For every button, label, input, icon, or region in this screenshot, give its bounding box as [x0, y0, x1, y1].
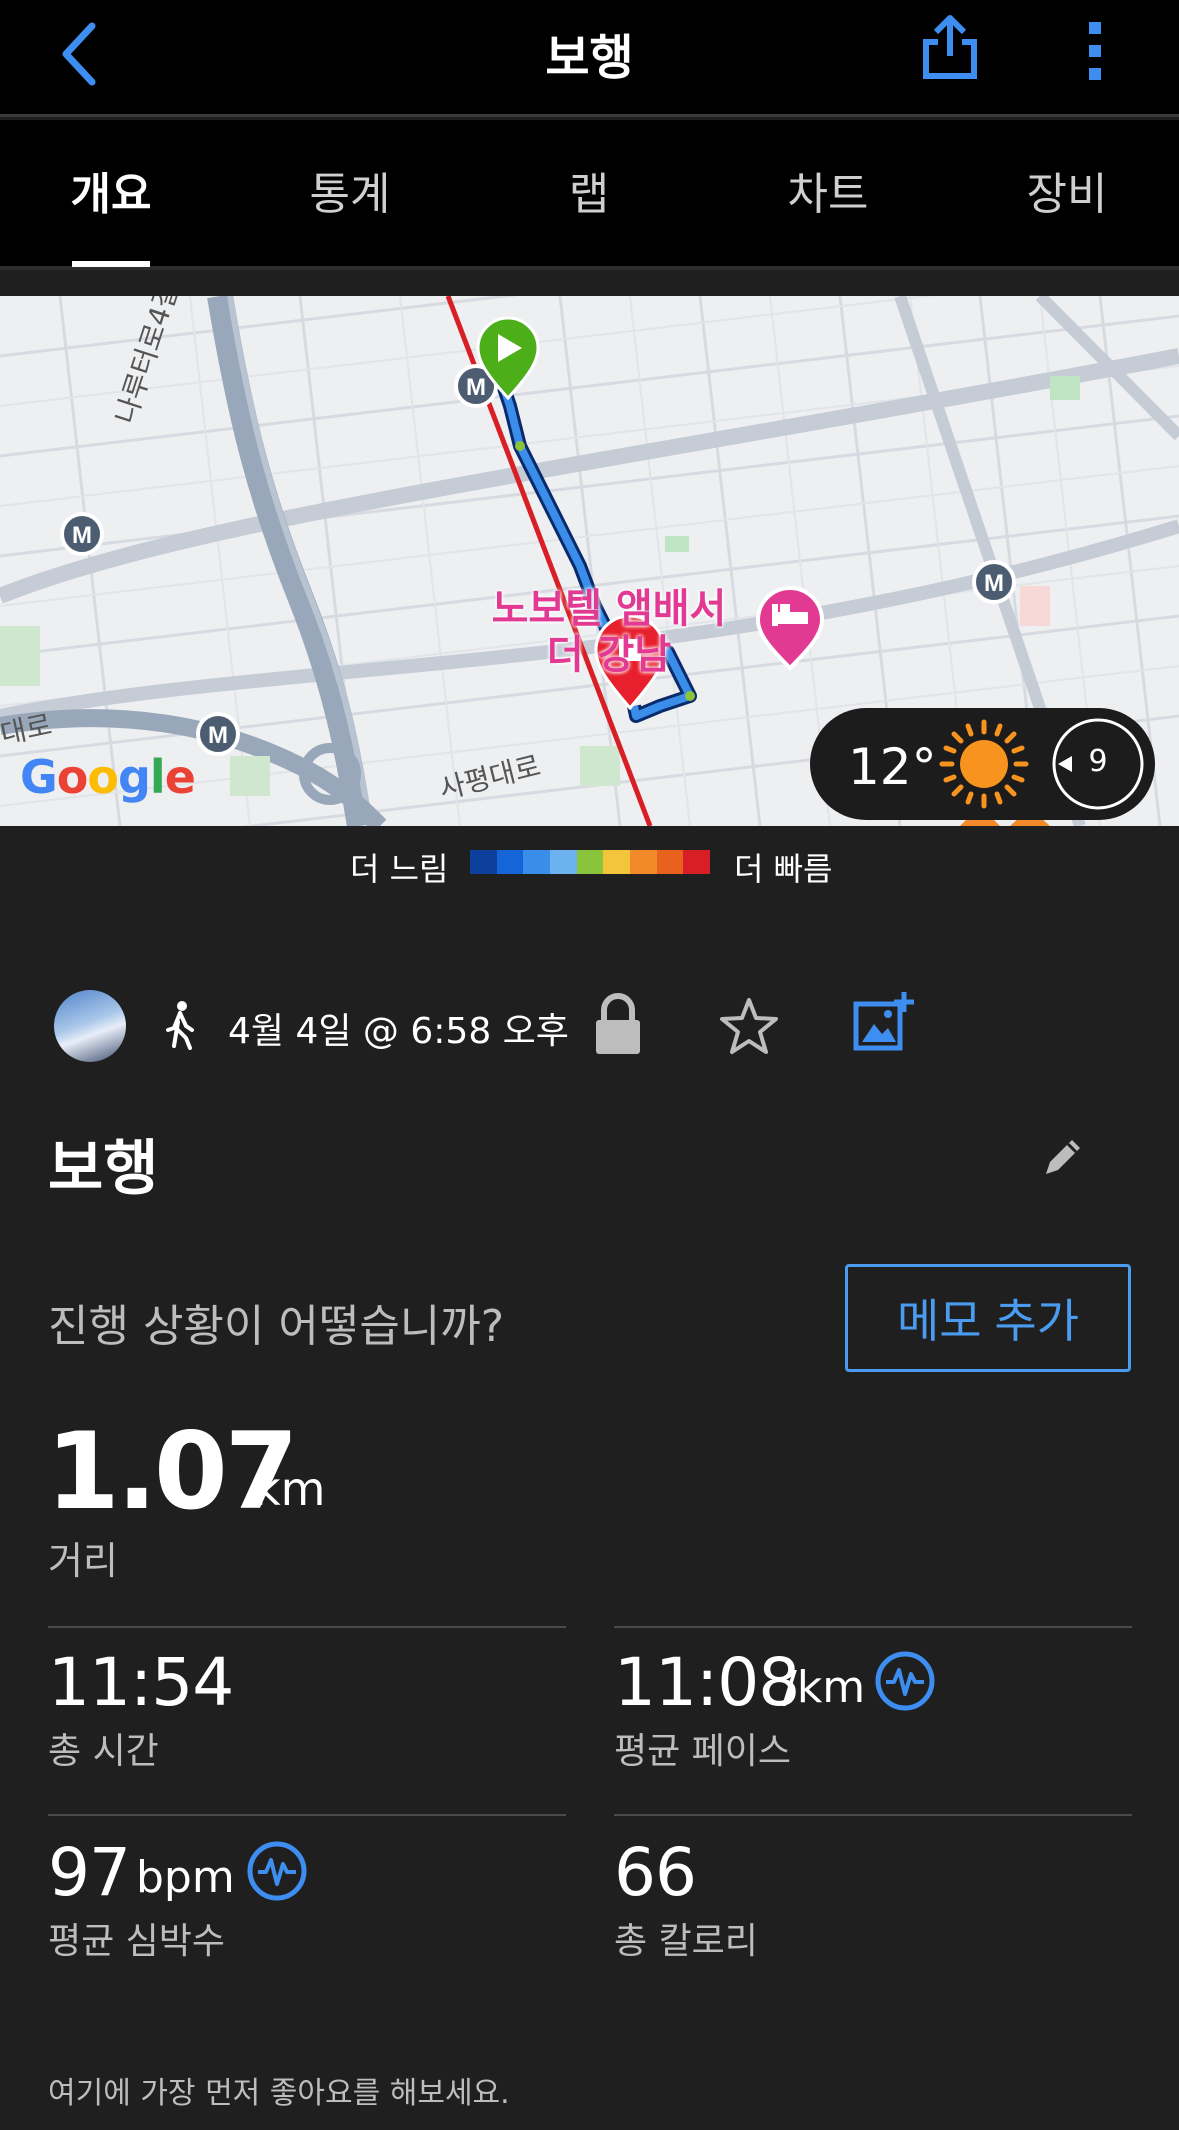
avg-hr-value: 97 — [48, 1834, 131, 1911]
activity-title: 보행 — [48, 1134, 159, 1204]
heart-rate-icon[interactable] — [874, 1650, 936, 1712]
legend-swatch — [683, 850, 711, 874]
lock-icon[interactable] — [592, 992, 644, 1056]
legend-color-bar — [470, 850, 711, 874]
legend-swatch — [576, 850, 604, 874]
total-time-label: 총 시간 — [48, 1731, 159, 1772]
share-icon — [923, 15, 977, 79]
metro-station-icon: M — [196, 712, 240, 756]
more-options-button[interactable] — [1080, 18, 1110, 84]
distance-unit: km — [254, 1462, 326, 1516]
divider — [48, 1626, 566, 1628]
svg-text:M: M — [208, 722, 228, 749]
avatar[interactable] — [54, 990, 126, 1062]
route-map[interactable]: M M M M 나루터로4길 사평대로 대로 노보텔 앰배서더 강남 Googl… — [0, 296, 1179, 826]
legend-swatch — [550, 850, 577, 874]
add-memo-button[interactable]: 메모 추가 — [845, 1264, 1131, 1372]
divider — [614, 1626, 1132, 1628]
avg-pace-label: 평균 페이스 — [614, 1731, 792, 1772]
share-button[interactable] — [918, 14, 982, 82]
pace-legend: 더 느림 더 빠름 — [0, 826, 1179, 896]
total-time-value: 11:54 — [48, 1644, 234, 1721]
legend-swatch — [656, 850, 684, 874]
calories-label: 총 칼로리 — [614, 1921, 758, 1962]
avg-hr-unit: bpm — [136, 1852, 235, 1903]
legend-swatch — [496, 850, 524, 874]
avg-pace-unit: /km — [782, 1662, 866, 1713]
tab-stats[interactable]: 통계 — [270, 158, 430, 222]
svg-text:M: M — [984, 570, 1004, 597]
weather-badge: 12° 9 — [810, 708, 1155, 820]
avg-hr-label: 평균 심박수 — [48, 1921, 226, 1962]
like-prompt: 여기에 가장 먼저 좋아요를 해보세요. — [48, 2076, 510, 2111]
tab-gear[interactable]: 장비 — [987, 158, 1147, 222]
tab-laps[interactable]: 랩 — [509, 158, 669, 222]
feeling-prompt: 진행 상황이 어떻습니까? — [48, 1301, 505, 1352]
add-photo-icon[interactable] — [852, 990, 916, 1054]
star-icon[interactable] — [718, 996, 780, 1056]
legend-swatch — [470, 850, 497, 874]
page-title: 보행 — [545, 30, 634, 86]
tab-bar: 개요 통계 랩 차트 장비 — [0, 120, 1179, 270]
metro-station-icon: M — [972, 560, 1016, 604]
wind-speed: 9 — [1088, 744, 1108, 779]
legend-swatch — [523, 850, 551, 874]
more-vertical-icon — [1089, 22, 1101, 80]
hotel-icon — [755, 586, 825, 671]
pencil-icon[interactable] — [1042, 1134, 1086, 1178]
legend-swatch — [603, 850, 631, 874]
legend-fast-label: 더 빠름 — [734, 850, 833, 888]
sun-icon — [939, 719, 1029, 809]
top-bar: 보행 — [0, 0, 1179, 117]
avg-pace-value: 11:08 — [614, 1644, 800, 1721]
google-logo: Google — [20, 750, 196, 804]
divider — [48, 1814, 566, 1816]
poi-label: 노보텔 앰배서더 강남 — [491, 586, 727, 678]
activity-datetime: 4월 4일 @ 6:58 오후 — [228, 1011, 569, 1052]
divider — [614, 1814, 1132, 1816]
calories-value: 66 — [614, 1834, 697, 1911]
distance-label: 거리 — [48, 1539, 118, 1583]
walking-icon — [166, 1001, 194, 1050]
legend-swatch — [630, 850, 657, 874]
tab-overview[interactable]: 개요 — [31, 158, 191, 222]
temperature: 12° — [848, 738, 937, 796]
svg-text:M: M — [466, 374, 486, 401]
tab-charts[interactable]: 차트 — [748, 158, 908, 222]
svg-text:M: M — [72, 522, 92, 549]
legend-slow-label: 더 느림 — [350, 850, 449, 888]
heart-rate-icon[interactable] — [246, 1840, 308, 1902]
active-tab-indicator — [72, 261, 150, 267]
metro-station-icon: M — [60, 512, 104, 556]
